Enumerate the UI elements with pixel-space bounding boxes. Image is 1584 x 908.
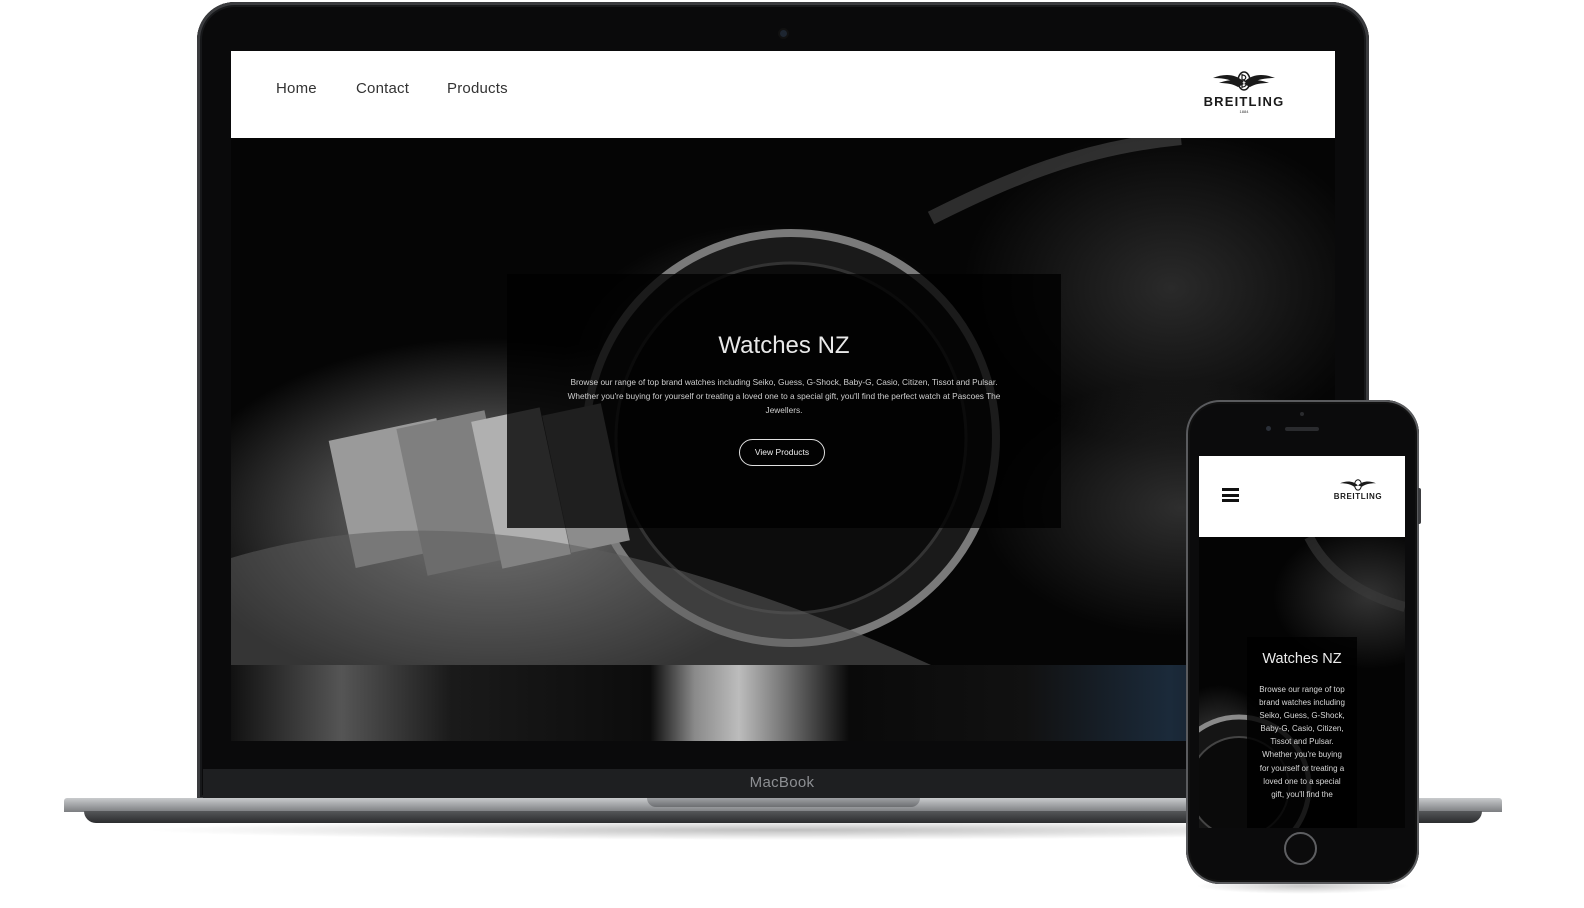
laptop-screen: Home Contact Products BREITLING 1884 Wat… [231, 51, 1335, 741]
nav-home-link[interactable]: Home [276, 80, 317, 97]
mobile-hero-title: Watches NZ [1262, 651, 1342, 667]
mobile-breitling-logo[interactable]: BREITLING [1330, 478, 1386, 506]
mobile-header: BREITLING [1199, 456, 1405, 537]
laptop-camera [780, 30, 787, 37]
breitling-logo[interactable]: BREITLING 1884 [1197, 69, 1291, 115]
laptop-hinge-notch [647, 798, 920, 807]
product-image-strip [231, 665, 1335, 741]
hero-banner: Watches NZ Browse our range of top brand… [231, 138, 1335, 665]
view-products-button[interactable]: View Products [739, 439, 825, 466]
winged-b-logo-icon [1213, 71, 1275, 91]
phone-side-button [1418, 488, 1421, 524]
mobile-hero-description: Browse our range of top brand watches in… [1259, 685, 1345, 799]
phone-home-button[interactable] [1284, 832, 1317, 865]
phone-sensor [1300, 412, 1304, 416]
macbook-label: MacBook [749, 774, 815, 791]
mobile-winged-b-logo-icon [1340, 479, 1376, 491]
nav-contact-link[interactable]: Contact [356, 80, 409, 97]
phone-speaker [1285, 427, 1319, 431]
logo-year: 1884 [1239, 109, 1249, 114]
phone-screen: BREITLING Watches NZ Browse our range of… [1199, 456, 1405, 828]
mobile-hero-banner: Watches NZ Browse our range of top brand… [1199, 537, 1405, 828]
hero-description: Browse our range of top brand watches in… [567, 377, 1001, 415]
nav-products-link[interactable]: Products [447, 80, 508, 97]
hero-content-box: Watches NZ Browse our range of top brand… [507, 274, 1061, 528]
phone-front-camera [1266, 426, 1271, 431]
hero-title: Watches NZ [718, 332, 850, 359]
mobile-hero-content-box: Watches NZ Browse our range of top brand… [1247, 637, 1357, 828]
hamburger-menu-icon[interactable] [1222, 488, 1239, 502]
site-header: Home Contact Products BREITLING 1884 [231, 51, 1335, 138]
mobile-logo-wordmark: BREITLING [1333, 492, 1383, 501]
logo-wordmark: BREITLING [1203, 94, 1285, 109]
